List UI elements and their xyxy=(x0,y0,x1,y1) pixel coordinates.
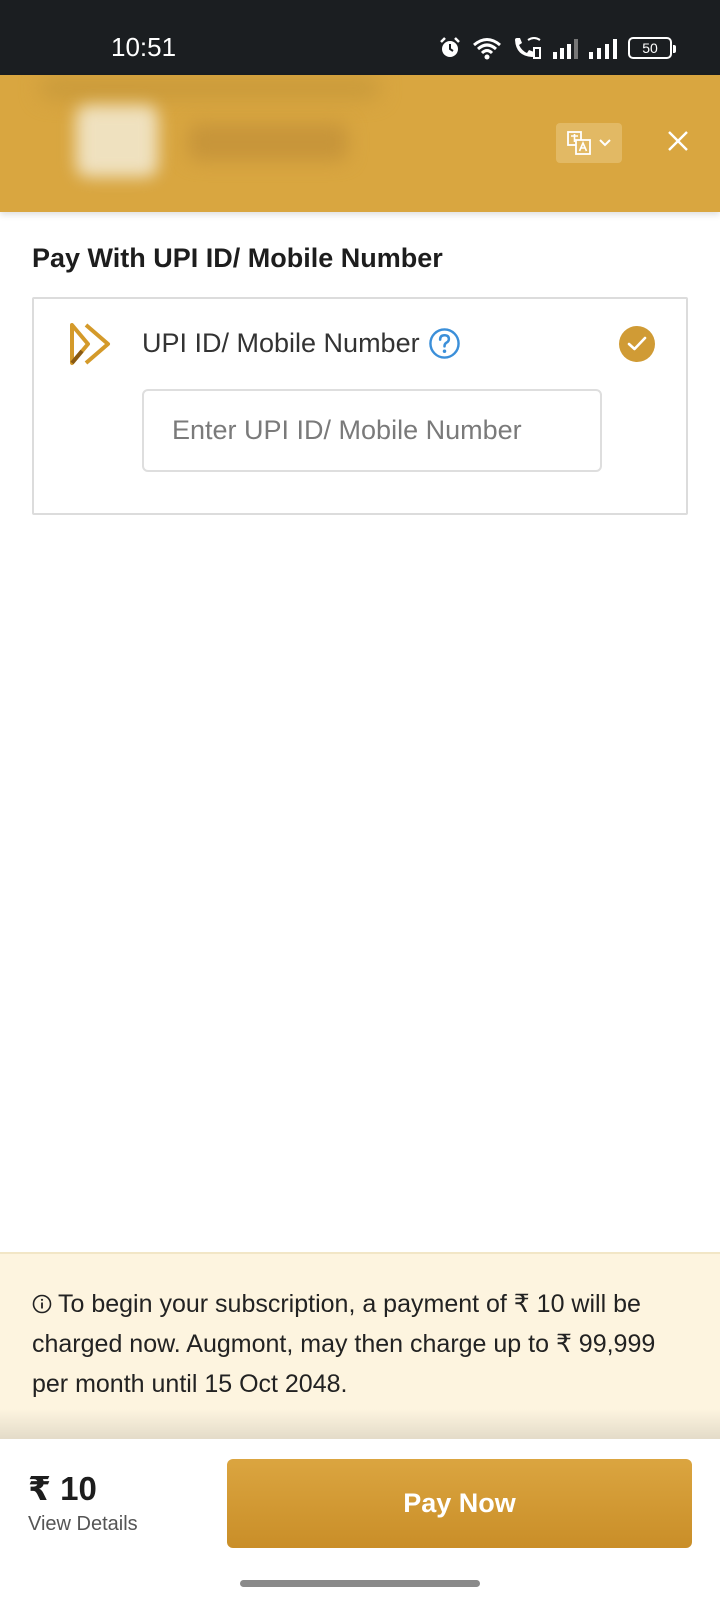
subscription-notice: To begin your subscription, a payment of… xyxy=(0,1252,720,1439)
battery-icon: 50 xyxy=(628,37,676,59)
notice-text: To begin your subscription, a payment of… xyxy=(32,1290,656,1398)
view-details-link[interactable]: View Details xyxy=(28,1513,138,1536)
upi-option-card[interactable]: UPI ID/ Mobile Number xyxy=(32,297,688,515)
signal-icon xyxy=(589,39,617,59)
chevron-down-icon xyxy=(599,139,611,147)
merchant-logo xyxy=(76,105,158,177)
alarm-icon xyxy=(440,37,460,57)
wifi-call-icon xyxy=(515,37,541,59)
home-indicator[interactable] xyxy=(240,1580,480,1587)
selected-check-icon xyxy=(619,326,655,362)
app-header xyxy=(0,75,720,212)
merchant-name xyxy=(188,123,348,161)
blurred-decoration xyxy=(40,77,380,99)
signal-icon xyxy=(553,39,578,59)
section-title: Pay With UPI ID/ Mobile Number xyxy=(32,243,443,273)
translate-icon xyxy=(567,131,591,155)
info-icon xyxy=(32,1294,52,1314)
wifi-icon xyxy=(473,38,501,60)
upi-logo-icon xyxy=(70,323,110,365)
close-button[interactable] xyxy=(662,125,694,157)
close-icon xyxy=(668,131,688,151)
amount: ₹ 10 xyxy=(28,1470,97,1507)
payment-footer: ₹ 10 View Details Pay Now xyxy=(0,1439,720,1600)
pay-now-button[interactable]: Pay Now xyxy=(227,1459,692,1548)
help-icon[interactable] xyxy=(428,327,461,360)
status-icons: 50 xyxy=(438,34,676,62)
upi-id-input[interactable] xyxy=(142,389,602,472)
upi-option-label: UPI ID/ Mobile Number xyxy=(142,328,420,358)
status-bar: 10:51 50 xyxy=(0,0,720,75)
upi-label-row: UPI ID/ Mobile Number xyxy=(142,327,461,360)
status-time: 10:51 xyxy=(111,32,177,62)
language-button[interactable] xyxy=(556,123,622,163)
